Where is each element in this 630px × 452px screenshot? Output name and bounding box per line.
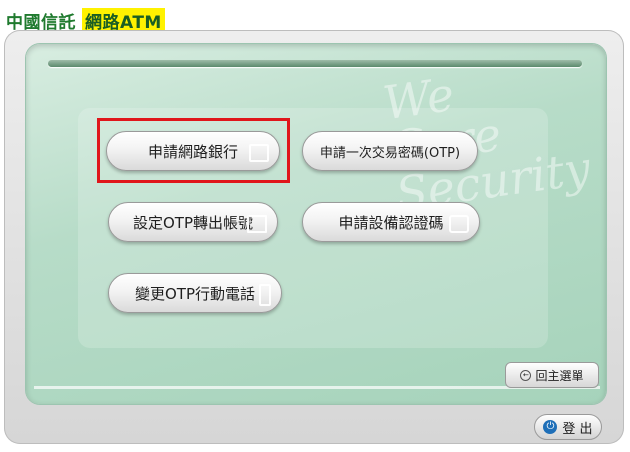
lock-icon: [449, 215, 469, 233]
apply-device-cert-label: 申請設備認證碼: [338, 213, 444, 232]
power-icon: ⏻: [543, 420, 558, 434]
set-otp-account-label: 設定OTP轉出帳號: [132, 213, 253, 232]
logout-button[interactable]: ⏻ 登 出: [534, 414, 602, 440]
brand-logo: 中國信託 網路ATM: [6, 8, 165, 33]
apply-device-cert-button[interactable]: 申請設備認證碼: [302, 202, 480, 242]
home-menu-button[interactable]: ← 回主選單: [505, 362, 599, 388]
return-arrow-icon: ←: [520, 369, 532, 381]
logout-label: 登 出: [562, 421, 593, 437]
change-otp-phone-label: 變更OTP行動電話: [134, 284, 255, 303]
card-icon: [247, 215, 267, 233]
set-otp-account-button[interactable]: 設定OTP轉出帳號: [108, 202, 278, 242]
apply-otp-button[interactable]: 申請一次交易密碼(OTP): [302, 131, 478, 171]
change-otp-phone-button[interactable]: 變更OTP行動電話: [108, 273, 282, 313]
phone-icon: [259, 284, 271, 306]
home-menu-label: 回主選單: [535, 368, 584, 383]
apply-otp-label: 申請一次交易密碼(OTP): [319, 145, 461, 161]
selection-outline: [97, 118, 290, 183]
